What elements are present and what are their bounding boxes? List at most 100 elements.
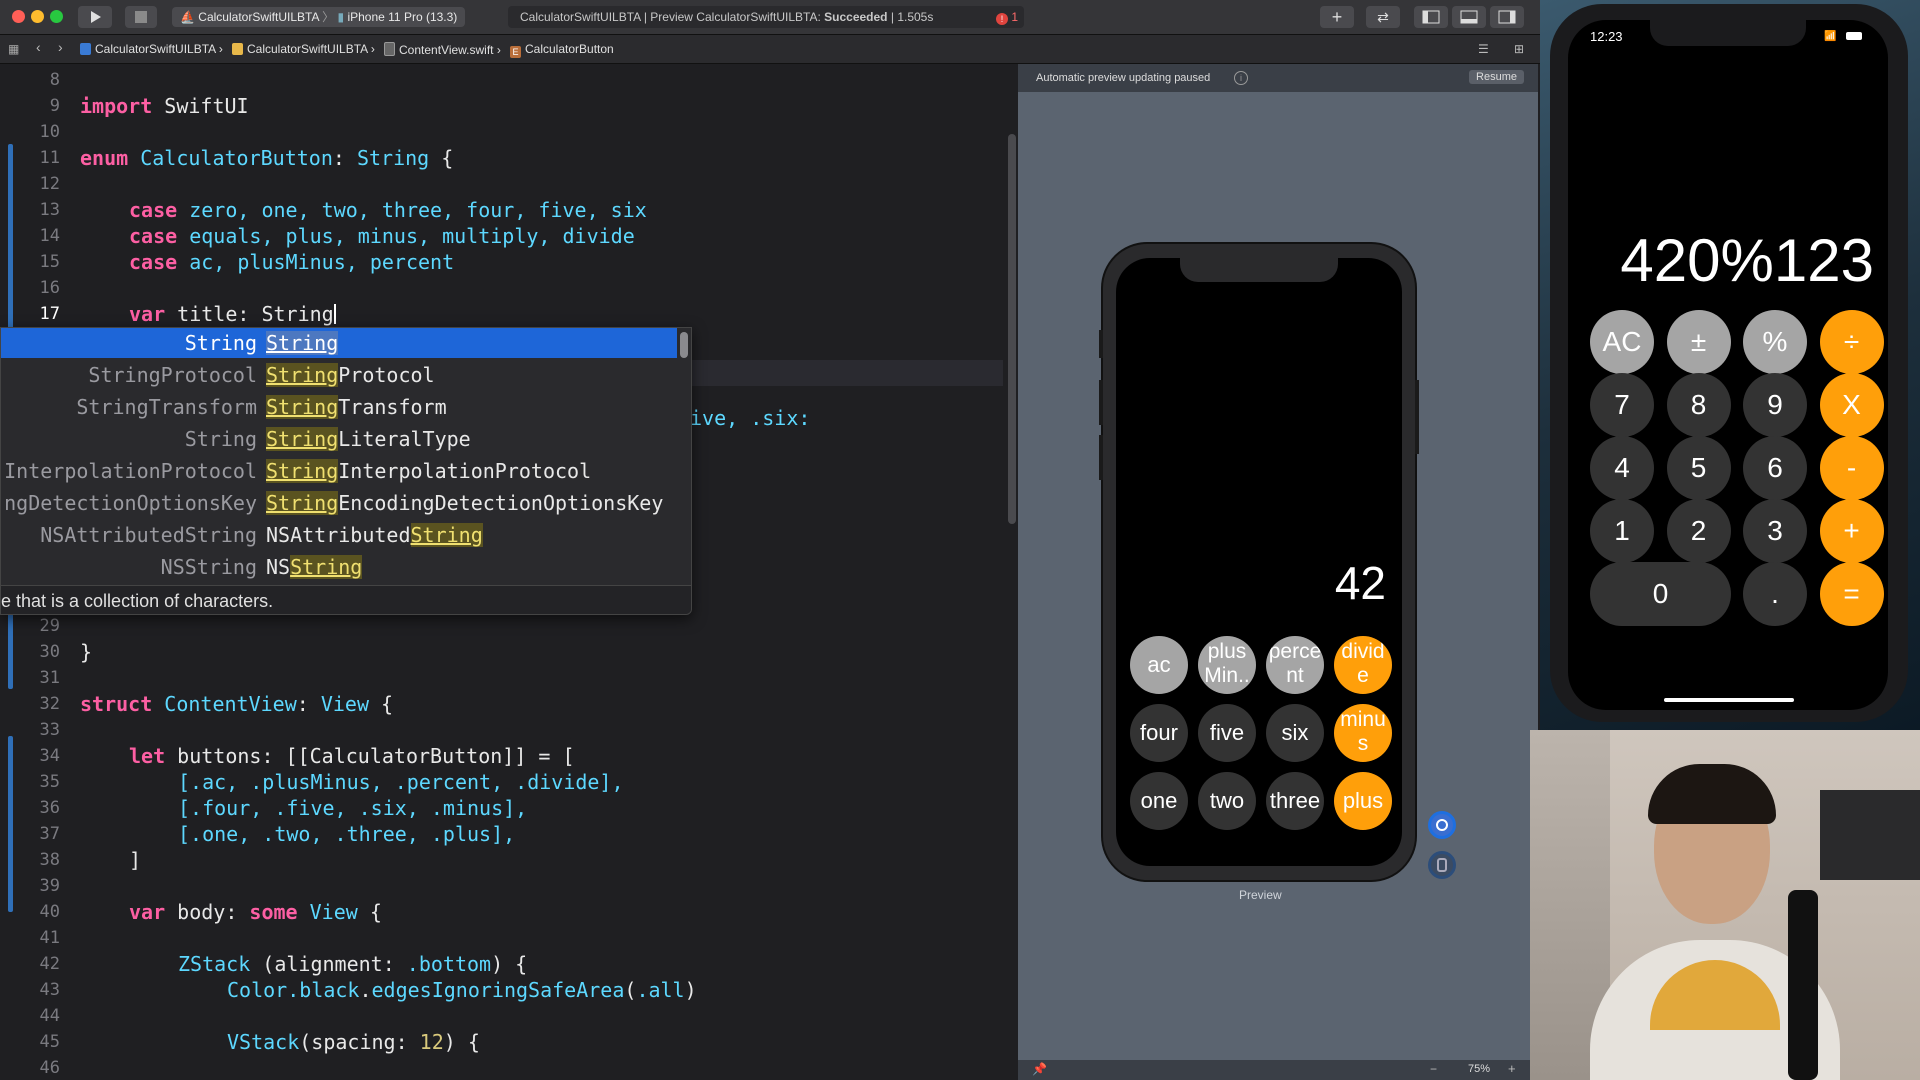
zoom-window-button[interactable] <box>50 10 63 23</box>
preview-calc-button[interactable]: six <box>1266 704 1324 762</box>
forward-arrow-icon[interactable]: › <box>58 39 63 55</box>
preview-calc-button[interactable]: five <box>1198 704 1256 762</box>
autocomplete-item[interactable]: NSString NSString <box>1 552 677 582</box>
completion-suffix: EncodingDetectionOptionsKey <box>338 491 664 515</box>
calculator-key[interactable]: 7 <box>1590 373 1654 437</box>
calculator-key[interactable]: 2 <box>1666 499 1731 563</box>
autocomplete-item[interactable]: InterpolationProtocol StringInterpolation… <box>1 456 677 486</box>
calculator-key[interactable]: 0 <box>1590 562 1731 626</box>
preview-calc-button[interactable]: four <box>1130 704 1188 762</box>
completion-type: NSAttributedString <box>40 523 257 547</box>
autocomplete-item[interactable]: String String <box>1 328 677 358</box>
scheme-selector[interactable]: ⛵ CalculatorSwiftUILBTA 〉 ▮ iPhone 11 Pr… <box>172 7 466 27</box>
completion-name: NSString <box>266 552 363 582</box>
completion-match: String <box>266 427 339 451</box>
jump-bar: ▦ ‹ › CalculatorSwiftUILBTA › Calculator… <box>0 35 1540 64</box>
stop-button[interactable] <box>125 6 157 28</box>
preview-calc-button[interactable]: divid e <box>1334 636 1392 694</box>
code-text: ( <box>624 978 637 1002</box>
zoom-out-icon[interactable]: − <box>1430 1062 1437 1076</box>
code-text: } <box>80 640 93 664</box>
calculator-key[interactable]: 9 <box>1743 373 1807 437</box>
type-name: String <box>356 146 430 170</box>
calculator-key[interactable]: X <box>1819 373 1884 437</box>
editor-scrollbar[interactable] <box>1008 134 1016 524</box>
run-button[interactable] <box>78 6 112 28</box>
resume-button[interactable]: Resume <box>1469 70 1524 84</box>
editor-options-icon[interactable]: ☰ <box>1478 42 1489 56</box>
error-indicator[interactable]: ! 1 <box>984 6 1018 28</box>
calculator-key[interactable]: . <box>1743 562 1807 626</box>
keyword: case <box>129 198 178 222</box>
preview-calc-button[interactable]: one <box>1130 772 1188 830</box>
calculator-key[interactable]: 6 <box>1743 436 1807 500</box>
code-line-38: ] <box>129 848 142 872</box>
autocomplete-item[interactable]: NSAttributedString NSAttributedString <box>1 520 677 550</box>
calculator-key[interactable]: 8 <box>1666 373 1731 437</box>
calculator-key[interactable]: + <box>1819 499 1884 563</box>
calculator-key[interactable]: 3 <box>1743 499 1807 563</box>
completion-match: String <box>266 491 339 515</box>
autocomplete-item[interactable]: ngDetectionOptionsKey StringEncodingDetec… <box>1 488 677 518</box>
completion-match: String <box>266 363 339 387</box>
preview-calc-button[interactable]: plus Min.. <box>1198 636 1256 694</box>
autocomplete-popup[interactable]: String String StringProtocol StringProtocol… <box>0 327 692 615</box>
plus-icon: + <box>1331 7 1343 27</box>
preview-calc-button[interactable]: perce nt <box>1266 636 1324 694</box>
code-review-button[interactable]: ⇄ <box>1366 6 1400 28</box>
back-arrow-icon[interactable]: ‹ <box>36 39 41 55</box>
autocomplete-item[interactable]: StringTransform StringTransform <box>1 392 677 422</box>
calculator-key[interactable]: 5 <box>1666 436 1731 500</box>
device-side-button <box>1099 380 1103 425</box>
add-editor-icon[interactable]: ⊞ <box>1514 42 1524 56</box>
line-number: 34 <box>39 746 60 766</box>
toggle-inspector-button[interactable] <box>1490 6 1524 28</box>
code-line-9: import SwiftUI <box>80 94 249 118</box>
line-number: 12 <box>39 174 60 194</box>
preview-on-device-button[interactable] <box>1428 851 1456 879</box>
calculator-key[interactable]: - <box>1819 436 1884 500</box>
breadcrumb-symbol[interactable]: E CalculatorButton <box>510 42 614 58</box>
keyword: let <box>129 744 166 768</box>
toggle-debug-area-button[interactable] <box>1452 6 1486 28</box>
calculator-key[interactable]: ÷ <box>1819 310 1884 374</box>
type-name: CalculatorButton <box>140 146 333 170</box>
autocomplete-item[interactable]: StringProtocol StringProtocol <box>1 360 677 390</box>
breadcrumb-file[interactable]: ContentView.swift › <box>384 42 501 57</box>
related-items-icon[interactable]: ▦ <box>8 42 19 56</box>
completion-name: String <box>266 328 339 358</box>
calculator-key[interactable]: ± <box>1666 310 1731 374</box>
autocomplete-item[interactable]: String StringLiteralType <box>1 424 677 454</box>
line-number: 15 <box>39 252 60 272</box>
calculator-key[interactable]: 1 <box>1590 499 1654 563</box>
line-number: 37 <box>39 824 60 844</box>
enum-icon: E <box>510 46 521 58</box>
preview-calc-button[interactable]: plus <box>1334 772 1392 830</box>
close-window-button[interactable] <box>12 10 25 23</box>
zoom-in-icon[interactable]: + <box>1508 1061 1516 1076</box>
breadcrumb-project[interactable]: CalculatorSwiftUILBTA › <box>80 42 223 56</box>
preview-calc-button[interactable]: ac <box>1130 636 1188 694</box>
calculator-key[interactable]: % <box>1743 310 1807 374</box>
calculator-key[interactable]: AC <box>1590 310 1654 374</box>
live-preview-button[interactable] <box>1428 811 1456 839</box>
preview-calc-button[interactable]: two <box>1198 772 1256 830</box>
info-icon[interactable]: i <box>1234 71 1248 85</box>
preview-caption: Preview <box>1239 888 1282 902</box>
autocomplete-scrollbar[interactable] <box>680 332 688 358</box>
code-line-36: [.four, .five, .six, .minus], <box>178 796 528 820</box>
preview-calc-button[interactable]: minu s <box>1334 704 1392 762</box>
preview-calc-button[interactable]: three <box>1266 772 1324 830</box>
calculator-key[interactable]: = <box>1819 562 1884 626</box>
type-name: Color <box>227 978 288 1002</box>
minimize-window-button[interactable] <box>31 10 44 23</box>
toggle-navigator-button[interactable] <box>1414 6 1448 28</box>
status-text: Preview CalculatorSwiftUILBTA: <box>650 10 825 24</box>
code-line-15: case ac, plusMinus, percent <box>129 250 454 274</box>
stop-icon <box>135 11 147 23</box>
library-button[interactable]: + <box>1320 6 1354 28</box>
keyword: import <box>80 94 153 118</box>
pin-icon[interactable]: 📌 <box>1032 1062 1047 1076</box>
calculator-key[interactable]: 4 <box>1590 436 1654 500</box>
breadcrumb-folder[interactable]: CalculatorSwiftUILBTA › <box>232 42 375 56</box>
